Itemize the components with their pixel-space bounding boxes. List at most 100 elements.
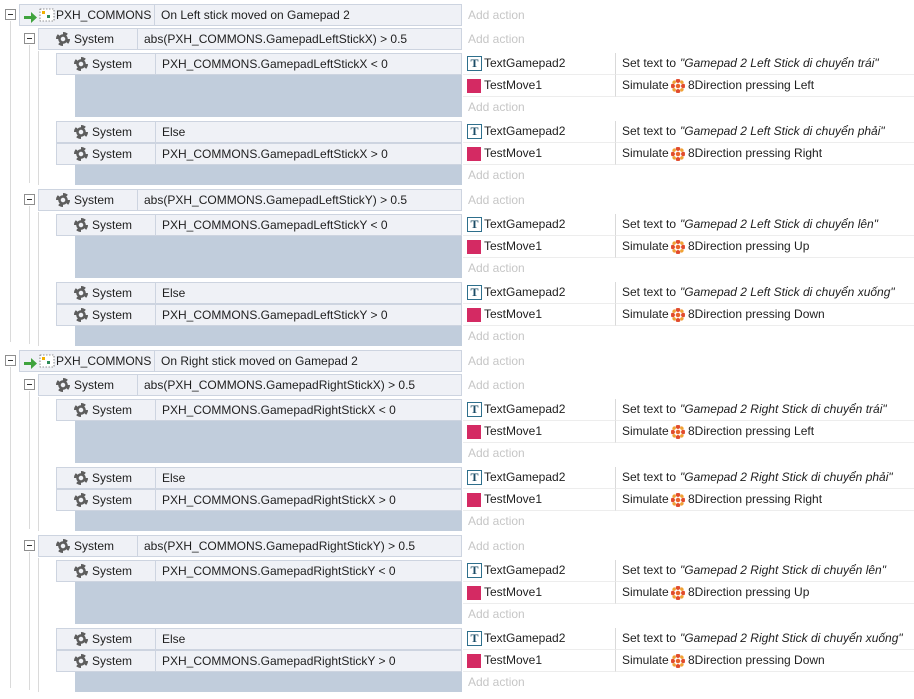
action-object-cell[interactable]: TestMove1 <box>463 236 616 258</box>
add-action-button[interactable]: Add action <box>468 671 525 693</box>
action-object-cell[interactable]: TestMove1 <box>463 489 616 511</box>
action-row[interactable]: Simulate 8Direction pressing Down <box>616 650 914 672</box>
condition-row[interactable]: System PXH_COMMONS.GamepadLeftStickY > 0 <box>56 304 462 326</box>
sprite-icon <box>467 586 481 600</box>
system-gear-icon <box>56 539 70 553</box>
collapse-toggle[interactable] <box>5 9 16 20</box>
trigger-condition-row[interactable]: PXH_COMMONS On Right stick moved on Gamep… <box>19 350 462 372</box>
collapse-toggle[interactable] <box>24 540 35 551</box>
indent-guide <box>29 206 30 344</box>
system-gear-icon <box>74 125 88 139</box>
condition-row[interactable]: System abs(PXH_COMMONS.GamepadRightStickX… <box>38 374 462 396</box>
action-row[interactable]: Simulate 8Direction pressing Right <box>616 489 914 511</box>
add-action-button[interactable]: Add action <box>468 603 525 625</box>
condition-row[interactable]: System Else <box>56 282 462 304</box>
condition-object: System <box>57 283 156 303</box>
action-object-cell[interactable]: TestMove1 <box>463 143 616 165</box>
action-object-cell[interactable]: T TextGamepad2 <box>463 214 616 236</box>
action-row[interactable]: Set text to "Gamepad 2 Right Stick di chu… <box>616 467 914 489</box>
action-row[interactable]: Simulate 8Direction pressing Down <box>616 304 914 326</box>
sprite-icon <box>467 240 481 254</box>
indent-guide <box>38 119 39 185</box>
system-gear-icon <box>74 147 88 161</box>
condition-row[interactable]: System PXH_COMMONS.GamepadRightStickY < 0 <box>56 560 462 582</box>
action-object-name: TestMove1 <box>484 78 543 92</box>
empty-condition-area <box>75 582 462 624</box>
condition-row[interactable]: System abs(PXH_COMMONS.GamepadLeftStickY)… <box>38 189 462 211</box>
condition-object: System <box>57 561 156 581</box>
trigger-condition-row[interactable]: PXH_COMMONS On Left stick moved on Gamepa… <box>19 4 462 26</box>
action-object-cell[interactable]: TestMove1 <box>463 650 616 672</box>
collapse-toggle[interactable] <box>24 33 35 44</box>
action-row[interactable]: Set text to "Gamepad 2 Left Stick di chuy… <box>616 214 914 236</box>
add-action-button[interactable]: Add action <box>468 510 525 532</box>
add-action-button[interactable]: Add action <box>468 535 525 557</box>
trigger-text: On Left stick moved on Gamepad 2 <box>161 8 350 22</box>
action-row[interactable]: Simulate 8Direction pressing Left <box>616 421 914 443</box>
condition-text: Else <box>162 286 186 300</box>
trigger-object: PXH_COMMONS <box>20 351 155 371</box>
action-object-cell[interactable]: TestMove1 <box>463 304 616 326</box>
condition-object: System <box>57 490 156 510</box>
condition-row[interactable]: System PXH_COMMONS.GamepadLeftStickX > 0 <box>56 143 462 165</box>
action-object-cell[interactable]: T TextGamepad2 <box>463 467 616 489</box>
add-action-button[interactable]: Add action <box>468 189 525 211</box>
collapse-toggle[interactable] <box>5 355 16 366</box>
condition-object-name: System <box>74 539 115 553</box>
add-action-button[interactable]: Add action <box>468 28 525 50</box>
system-gear-icon <box>74 654 88 668</box>
add-action-button[interactable]: Add action <box>468 96 525 118</box>
action-row[interactable]: Set text to "Gamepad 2 Right Stick di chu… <box>616 560 914 582</box>
condition-row[interactable]: System PXH_COMMONS.GamepadRightStickX < 0 <box>56 399 462 421</box>
condition-row[interactable]: System Else <box>56 467 462 489</box>
action-row[interactable]: Set text to "Gamepad 2 Right Stick di chu… <box>616 628 914 650</box>
condition-row[interactable]: System PXH_COMMONS.GamepadLeftStickY < 0 <box>56 214 462 236</box>
condition-row[interactable]: System PXH_COMMONS.GamepadLeftStickX < 0 <box>56 53 462 75</box>
action-verb: Simulate <box>622 307 669 321</box>
action-object-cell[interactable]: TestMove1 <box>463 582 616 604</box>
action-value: "Gamepad 2 Left Stick di chuyển trái" <box>680 56 879 70</box>
action-object-cell[interactable]: T TextGamepad2 <box>463 399 616 421</box>
add-action-button[interactable]: Add action <box>468 442 525 464</box>
collapse-toggle[interactable] <box>24 194 35 205</box>
indent-guide <box>29 45 30 183</box>
action-object-cell[interactable]: T TextGamepad2 <box>463 628 616 650</box>
add-action-button[interactable]: Add action <box>468 374 525 396</box>
action-row[interactable]: Simulate 8Direction pressing Up <box>616 236 914 258</box>
action-row[interactable]: Set text to "Gamepad 2 Right Stick di chu… <box>616 399 914 421</box>
action-row[interactable]: Set text to "Gamepad 2 Left Stick di chuy… <box>616 282 914 304</box>
add-action-button[interactable]: Add action <box>468 257 525 279</box>
action-verb: Set text to <box>622 217 677 231</box>
action-object-cell[interactable]: T TextGamepad2 <box>463 282 616 304</box>
condition-row[interactable]: System Else <box>56 628 462 650</box>
add-action-button[interactable]: Add action <box>468 4 525 26</box>
condition-row[interactable]: System abs(PXH_COMMONS.GamepadRightStickY… <box>38 535 462 557</box>
add-action-button[interactable]: Add action <box>468 325 525 347</box>
action-object-cell[interactable]: T TextGamepad2 <box>463 560 616 582</box>
add-action-button[interactable]: Add action <box>468 164 525 186</box>
condition-row[interactable]: System Else <box>56 121 462 143</box>
action-row[interactable]: Set text to "Gamepad 2 Left Stick di chuy… <box>616 53 914 75</box>
action-object-cell[interactable]: TestMove1 <box>463 421 616 443</box>
action-row[interactable]: Simulate 8Direction pressing Up <box>616 582 914 604</box>
condition-row[interactable]: System PXH_COMMONS.GamepadRightStickY > 0 <box>56 650 462 672</box>
action-row[interactable]: Simulate 8Direction pressing Right <box>616 143 914 165</box>
empty-condition-area <box>75 236 462 278</box>
condition-row[interactable]: System PXH_COMMONS.GamepadRightStickX > 0 <box>56 489 462 511</box>
action-object-cell[interactable]: T TextGamepad2 <box>463 53 616 75</box>
action-object-cell[interactable]: T TextGamepad2 <box>463 121 616 143</box>
indent-guide <box>10 367 11 688</box>
collapse-toggle[interactable] <box>24 379 35 390</box>
add-action-button[interactable]: Add action <box>468 350 525 372</box>
system-gear-icon <box>74 218 88 232</box>
indent-guide <box>29 552 30 690</box>
condition-object: System <box>39 29 138 49</box>
action-row[interactable]: Set text to "Gamepad 2 Left Stick di chuy… <box>616 121 914 143</box>
condition-text: abs(PXH_COMMONS.GamepadLeftStickX) > 0.5 <box>144 32 408 46</box>
8direction-behavior-icon <box>671 240 685 254</box>
condition-row[interactable]: System abs(PXH_COMMONS.GamepadLeftStickX)… <box>38 28 462 50</box>
empty-condition-area <box>75 511 462 531</box>
action-row[interactable]: Simulate 8Direction pressing Left <box>616 75 914 97</box>
condition-object-name: System <box>92 308 133 322</box>
action-object-cell[interactable]: TestMove1 <box>463 75 616 97</box>
